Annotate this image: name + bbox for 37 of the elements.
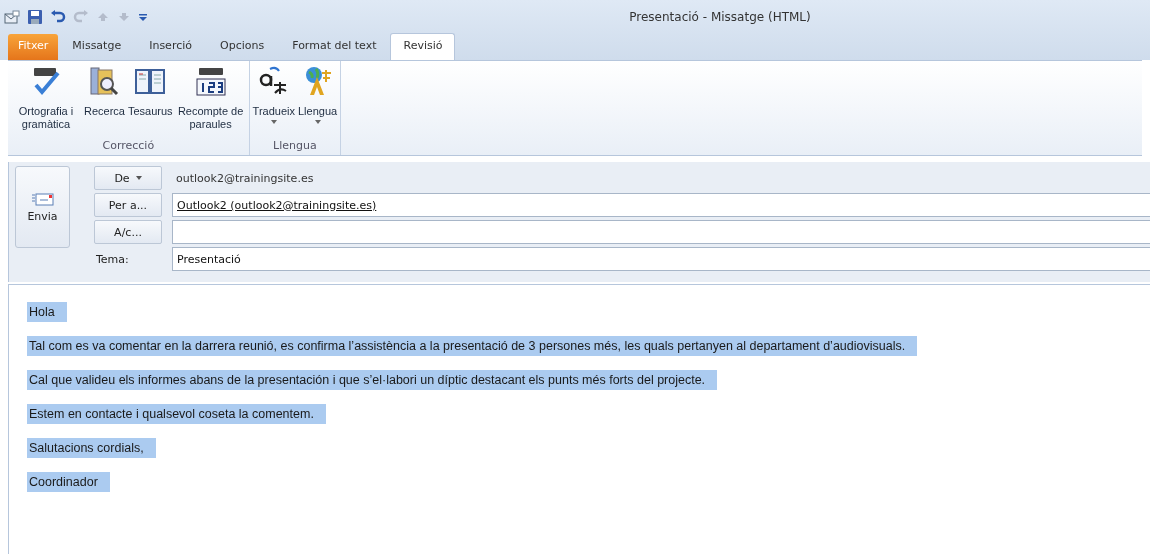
send-button[interactable]: Envia: [15, 166, 70, 248]
ribbon-button[interactable]: Recompte de paraules: [174, 63, 247, 137]
ribbon-button[interactable]: Llengua: [297, 63, 339, 137]
body-paragraph: Estem en contacte i qualsevol coseta la comentem.: [27, 404, 326, 424]
mail-icon[interactable]: [4, 9, 20, 25]
envelope-icon: [31, 191, 54, 206]
save-icon[interactable]: [27, 9, 43, 25]
caret-icon: [270, 120, 277, 124]
body-paragraph: Coordinador: [27, 472, 110, 492]
books-magnifier-icon: [88, 65, 121, 97]
word-count-icon: [194, 65, 227, 97]
ribbon-tab[interactable]: Missatge: [58, 34, 136, 60]
ribbon-button[interactable]: Tesaurus: [126, 63, 174, 137]
subject-label: Tema:: [95, 252, 130, 266]
from-address: outlook2@trainingsite.es: [175, 171, 315, 185]
ribbon-button[interactable]: Ortografia i gramàtica: [10, 63, 82, 137]
ribbon-button[interactable]: Tradueix: [251, 63, 296, 137]
body-paragraph: Cal que valideu els informes abans de la presentación i que s’el·labori un díptic destacant els punts més forts del projecte.: [27, 370, 718, 390]
from-button[interactable]: De: [94, 166, 162, 190]
ribbon-tab[interactable]: Revisió: [390, 33, 456, 60]
body-paragraph: Hola: [27, 302, 67, 322]
window-title: Presentació - Missatge (HTML): [628, 10, 812, 24]
group-label: Correcció: [101, 138, 156, 154]
ribbon-tab[interactable]: Opcions: [206, 34, 279, 60]
ribbon-button[interactable]: Recerca: [83, 63, 126, 137]
undo-icon[interactable]: [50, 9, 66, 25]
body-paragraph: Tal com es va comentar en la darrera reunió, es confirma l’assistència a la presentació de 3 persones més, les quals pertanyen al departament d’audiovisuals.: [27, 336, 918, 356]
body-paragraph: Salutacions cordials,: [27, 438, 156, 458]
caret-icon: [314, 120, 321, 124]
subject-field[interactable]: Presentació: [172, 247, 1150, 271]
group-label: Llengua: [272, 138, 318, 154]
cc-button[interactable]: A/c...: [94, 220, 162, 244]
ribbon-tab[interactable]: Inserció: [135, 34, 206, 60]
caret-icon: [135, 176, 142, 180]
ribbon-tab[interactable]: Format del text: [278, 34, 391, 60]
to-field[interactable]: Outlook2 (outlook2@trainingsite.es): [172, 193, 1150, 217]
to-button[interactable]: Per a...: [94, 193, 162, 217]
